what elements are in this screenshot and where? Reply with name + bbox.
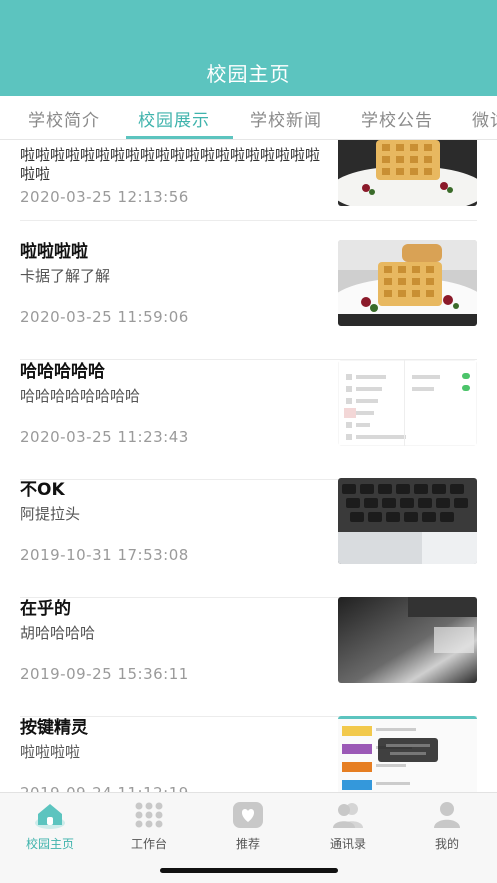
item-title: 按键精灵: [20, 718, 88, 738]
active-tab-indicator: [126, 136, 233, 139]
item-title: 啦啦啦啦: [20, 242, 88, 262]
item-time: 2019-09-25 15:36:11: [20, 665, 189, 683]
header-bar: 校园主页: [0, 0, 497, 96]
item-desc: 哈哈哈哈哈哈哈哈: [20, 387, 141, 405]
waffle-photo-icon: [338, 140, 477, 206]
page-title: 校园主页: [206, 62, 291, 86]
tab-school-news[interactable]: 学校新闻: [250, 106, 322, 131]
nav-mine[interactable]: 我的: [397, 799, 497, 859]
tab-school-intro[interactable]: 学校简介: [28, 106, 100, 131]
tab-campus-showcase[interactable]: 校园展示: [138, 106, 210, 131]
item-title: 不OK: [20, 480, 65, 500]
item-title: 在乎的: [20, 599, 71, 619]
app-screenshot-icon: [338, 716, 477, 792]
item-time: 2020-03-25 11:23:43: [20, 428, 189, 446]
item-desc: 啦啦啦啦啦啦啦啦啦啦啦啦啦啦啦啦啦啦啦啦啦啦: [20, 146, 321, 183]
list-item[interactable]: 按键精灵 啦啦啦啦 2019-09-24 11:12:19: [20, 716, 477, 792]
nav-recommend-label: 推荐: [235, 837, 260, 851]
list-item[interactable]: 哈哈哈哈哈 哈哈哈哈哈哈哈哈 2020-03-25 11:23:43: [20, 360, 477, 480]
nav-home[interactable]: 校园主页: [0, 799, 100, 859]
item-title: 哈哈哈哈哈: [20, 362, 105, 382]
showcase-list[interactable]: 啦啦啦啦啦啦啦啦啦啦啦啦啦啦啦啦啦啦啦啦啦啦 2020-03-25 12:13:…: [0, 140, 497, 792]
app-screenshot-icon: [338, 360, 477, 446]
keyboard-photo-icon: [338, 478, 477, 564]
home-icon: [35, 804, 65, 829]
nav-home-label: 校园主页: [25, 837, 74, 851]
list-item[interactable]: 啦啦啦啦 卡据了解了解 2020-03-25 11:59:06: [20, 240, 477, 360]
tab-more[interactable]: 微讨: [472, 106, 497, 131]
item-time: 2019-09-24 11:12:19: [20, 784, 189, 792]
tab-school-notices[interactable]: 学校公告: [361, 106, 433, 131]
grid-icon: [135, 802, 163, 828]
waffle-photo-icon: [338, 240, 477, 326]
nav-workbench-label: 工作台: [130, 837, 167, 851]
item-time: 2020-03-25 11:59:06: [20, 308, 189, 326]
list-item[interactable]: 在乎的 胡哈哈哈哈 2019-09-25 15:36:11: [20, 597, 477, 717]
contacts-icon: [333, 803, 363, 828]
nav-mine-label: 我的: [434, 837, 459, 851]
nav-workbench[interactable]: 工作台: [99, 799, 199, 859]
nav-recommend[interactable]: 推荐: [198, 799, 298, 859]
item-desc: 卡据了解了解: [20, 267, 111, 285]
tab-bar: 学校简介 校园展示 学校新闻 学校公告 微讨: [0, 96, 497, 140]
list-item[interactable]: 不OK 阿提拉头 2019-10-31 17:53:08: [20, 478, 477, 598]
item-desc: 胡哈哈哈哈: [20, 624, 96, 642]
keyboard-closeup-photo-icon: [338, 597, 477, 683]
heart-icon: [233, 802, 263, 828]
home-indicator: [160, 868, 338, 873]
divider: [20, 220, 477, 221]
item-time: 2019-10-31 17:53:08: [20, 546, 189, 564]
user-icon: [434, 802, 460, 828]
item-time: 2020-03-25 12:13:56: [20, 188, 189, 206]
item-desc: 阿提拉头: [20, 505, 81, 523]
nav-contacts-label: 通讯录: [329, 837, 366, 851]
list-item[interactable]: 啦啦啦啦啦啦啦啦啦啦啦啦啦啦啦啦啦啦啦啦啦啦 2020-03-25 12:13:…: [0, 140, 497, 221]
item-desc: 啦啦啦啦: [20, 743, 81, 761]
nav-contacts[interactable]: 通讯录: [298, 799, 398, 859]
